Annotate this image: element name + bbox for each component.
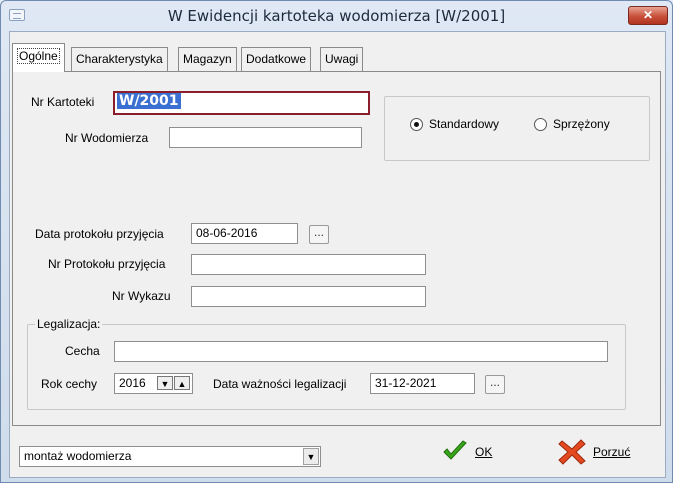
window-title: W Ewidencji kartoteka wodomierza [W/2001… <box>167 7 506 25</box>
data-waznosci-input[interactable]: 31-12-2021 <box>370 373 475 394</box>
dialog-window: W Ewidencji kartoteka wodomierza [W/2001… <box>0 0 673 483</box>
radio-standardowy-label[interactable]: Standardowy <box>429 117 499 131</box>
rok-cechy-label: Rok cechy <box>41 377 98 391</box>
dialog-client-area: Ogólne Charakterystyka Magazyn Dodatkowe… <box>9 31 666 478</box>
ok-label: OK <box>475 445 493 459</box>
checkmark-icon <box>443 440 467 460</box>
cancel-button[interactable]: Porzuć <box>558 439 648 465</box>
radio-sprzezony-label[interactable]: Sprzężony <box>553 117 610 131</box>
chevron-down-icon[interactable]: ▼ <box>303 448 319 465</box>
tab-ogolne[interactable]: Ogólne <box>12 43 65 72</box>
rok-cechy-value: 2016 <box>119 376 146 390</box>
tab-label: Ogólne <box>17 48 60 64</box>
action-select[interactable]: montaż wodomierza ▼ <box>19 446 321 467</box>
nr-wodomierza-label: Nr Wodomierza <box>65 131 149 145</box>
data-protokolu-input[interactable]: 08-06-2016 <box>191 223 298 244</box>
radio-standardowy[interactable] <box>410 118 423 131</box>
data-waznosci-picker-button[interactable]: ... <box>485 375 505 394</box>
close-button[interactable]: ✕ <box>628 6 668 25</box>
nr-wykazu-input[interactable] <box>191 286 426 307</box>
data-protokolu-picker-button[interactable]: ... <box>309 225 329 244</box>
cecha-input[interactable] <box>114 341 608 362</box>
rok-cechy-decrement-button[interactable]: ▼ <box>157 376 173 390</box>
nr-kartoteki-input[interactable]: W/2001 <box>113 91 370 115</box>
nr-protokolu-label: Nr Protokołu przyjęcia <box>48 257 166 271</box>
nr-wodomierza-input[interactable] <box>169 127 362 148</box>
tab-panel-ogolne: Nr Kartoteki W/2001 Nr Wodomierza Standa… <box>12 71 661 426</box>
rok-cechy-increment-button[interactable]: ▲ <box>174 376 190 390</box>
tab-dodatkowe[interactable]: Dodatkowe <box>241 47 312 71</box>
nr-protokolu-input[interactable] <box>191 254 426 275</box>
action-select-value: montaż wodomierza <box>24 449 132 463</box>
title-bar[interactable]: W Ewidencji kartoteka wodomierza [W/2001… <box>1 1 672 31</box>
cancel-label: Porzuć <box>593 445 631 459</box>
data-protokolu-label: Data protokołu przyjęcia <box>35 227 164 241</box>
legalizacja-group <box>27 324 626 410</box>
cecha-label: Cecha <box>65 344 100 358</box>
tab-magazyn[interactable]: Magazyn <box>178 47 237 71</box>
data-waznosci-label: Data ważności legalizacji <box>213 377 347 391</box>
tab-charakterystyka[interactable]: Charakterystyka <box>71 47 168 71</box>
tab-uwagi[interactable]: Uwagi <box>320 47 364 71</box>
nr-kartoteki-value: W/2001 <box>117 93 181 109</box>
cancel-x-icon <box>558 439 586 465</box>
nr-wykazu-label: Nr Wykazu <box>112 289 171 303</box>
radio-sprzezony[interactable] <box>534 118 547 131</box>
legalizacja-legend: Legalizacja: <box>35 317 103 331</box>
ok-button[interactable]: OK <box>442 439 512 465</box>
nr-kartoteki-label: Nr Kartoteki <box>31 95 95 109</box>
meter-type-group <box>384 96 650 161</box>
